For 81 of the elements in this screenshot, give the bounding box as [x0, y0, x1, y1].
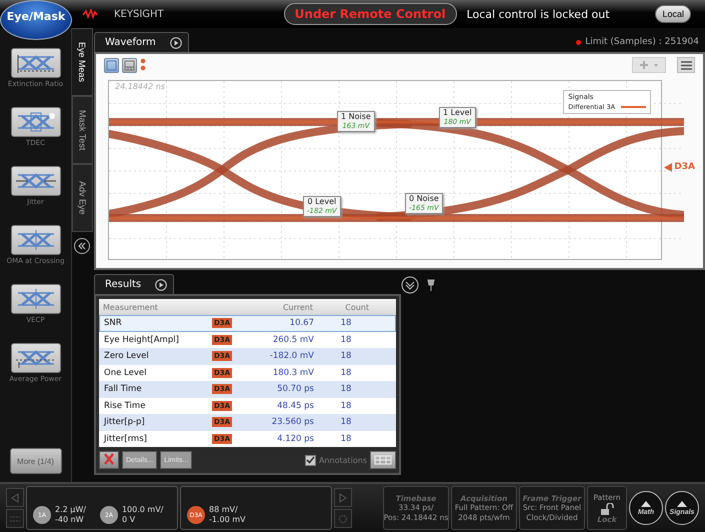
mode-button[interactable]: Eye/Mask — [0, 0, 72, 40]
remote-status: Under Remote Control — [284, 3, 457, 25]
table-cell-text: 4.120 ps — [276, 434, 315, 444]
table-cell-text: 18 — [340, 351, 352, 362]
channel-marker: D3A — [674, 162, 695, 172]
table-cell-text: 23.560 ps — [270, 417, 315, 428]
previous-button[interactable] — [6, 488, 24, 507]
column-header[interactable]: Measurement — [99, 302, 211, 312]
chevrons-left-icon — [78, 242, 86, 250]
move-icon — [638, 60, 660, 70]
marker-arrow-icon — [664, 162, 672, 172]
measurement-name: Rise Time — [103, 400, 146, 411]
table-cell-text: 260.5 mV — [272, 334, 315, 345]
measurement-name: SNR — [103, 318, 123, 328]
channel-scale: 100.0 mV/ 0 V — [122, 505, 164, 525]
table-cell-text: 18 — [340, 334, 352, 345]
clear-button[interactable] — [99, 451, 119, 469]
table-cell-text: 18 — [340, 400, 352, 411]
close-icon — [104, 452, 114, 464]
table-cell-text: 18 — [340, 384, 352, 394]
up-arrow-icon — [677, 500, 687, 506]
measurement-name: Jitter[p-p] — [102, 417, 146, 428]
measurement-tool-button[interactable] — [10, 48, 60, 78]
lock-message: Local control is locked out — [466, 8, 611, 20]
grid-view-button[interactable] — [122, 58, 137, 72]
logo-icon — [82, 9, 98, 19]
pin-icon[interactable] — [427, 279, 435, 291]
table-layout-button[interactable] — [370, 451, 396, 469]
more-icon[interactable] — [140, 58, 146, 72]
sample-limit: Limit (Samples) : 251904 — [576, 37, 705, 47]
measurement-tool-button[interactable] — [10, 343, 60, 373]
single-view-button[interactable] — [104, 58, 119, 72]
play-icon[interactable] — [155, 278, 168, 290]
table-cell-text: 10.67 — [288, 318, 315, 328]
next-button[interactable] — [334, 488, 352, 507]
square-icon — [106, 60, 117, 70]
measurement-tool-button[interactable] — [10, 166, 60, 196]
measurement-name: Fall Time — [103, 384, 143, 394]
table-cell-text: 18 — [340, 318, 352, 328]
measurement-name: One Level — [103, 368, 148, 378]
vertical-tab[interactable]: Adv Eye — [72, 164, 93, 232]
local-button[interactable]: Local — [655, 5, 691, 23]
brand-name: KEYSIGHT — [114, 8, 164, 20]
padlock-icon — [600, 502, 614, 514]
expand-icon[interactable] — [401, 276, 419, 294]
check-icon — [306, 456, 315, 464]
channel-scale: 2.2 µW/ -40 nW — [55, 505, 86, 525]
grid-icon — [374, 455, 392, 465]
more-button[interactable]: More (1/4) — [10, 448, 62, 474]
right-arrow-icon — [339, 492, 347, 502]
channel-scale: 88 mV/ -1.00 mV — [209, 505, 246, 525]
settings-icon — [338, 514, 348, 524]
list-icon — [10, 516, 20, 522]
vertical-tab[interactable]: Eye Meas — [72, 28, 93, 96]
measurement-tool-button[interactable] — [10, 284, 60, 314]
table-cell-text: 18 — [340, 417, 352, 428]
vertical-tab[interactable]: Mask Test — [72, 96, 93, 164]
measurement-tool-button[interactable] — [10, 107, 60, 137]
annotations-checkbox[interactable] — [304, 454, 316, 466]
checkbox-label: Annotations — [318, 456, 367, 464]
table-cell-text: 18 — [340, 368, 352, 378]
measurement-tool-button[interactable] — [10, 225, 60, 255]
table-cell-text: -182.0 mV — [268, 351, 315, 362]
up-arrow-icon — [641, 500, 651, 506]
left-arrow-icon — [11, 492, 19, 502]
column-header[interactable]: Count — [317, 302, 373, 312]
waveform-tab[interactable]: Waveform — [94, 32, 189, 52]
menu-icon[interactable] — [677, 57, 695, 73]
table-cell-text: 48.45 ps — [276, 400, 315, 411]
measurement-name: Eye Height[Ampl] — [103, 334, 180, 345]
play-icon[interactable] — [170, 36, 182, 48]
time-label: 24.18442 ns — [115, 82, 165, 91]
collapse-button[interactable] — [74, 238, 90, 254]
table-cell-text: 50.70 ps — [276, 384, 315, 394]
grid-icon — [124, 60, 135, 70]
measurement-name: Zero Level — [103, 351, 150, 362]
results-tab[interactable]: Results — [94, 274, 174, 294]
table-cell-text: 18 — [340, 434, 352, 444]
measurement-name: Jitter[rms] — [102, 434, 148, 444]
column-header[interactable]: Current — [247, 302, 317, 312]
table-cell-text: 180.3 mV — [272, 368, 315, 378]
